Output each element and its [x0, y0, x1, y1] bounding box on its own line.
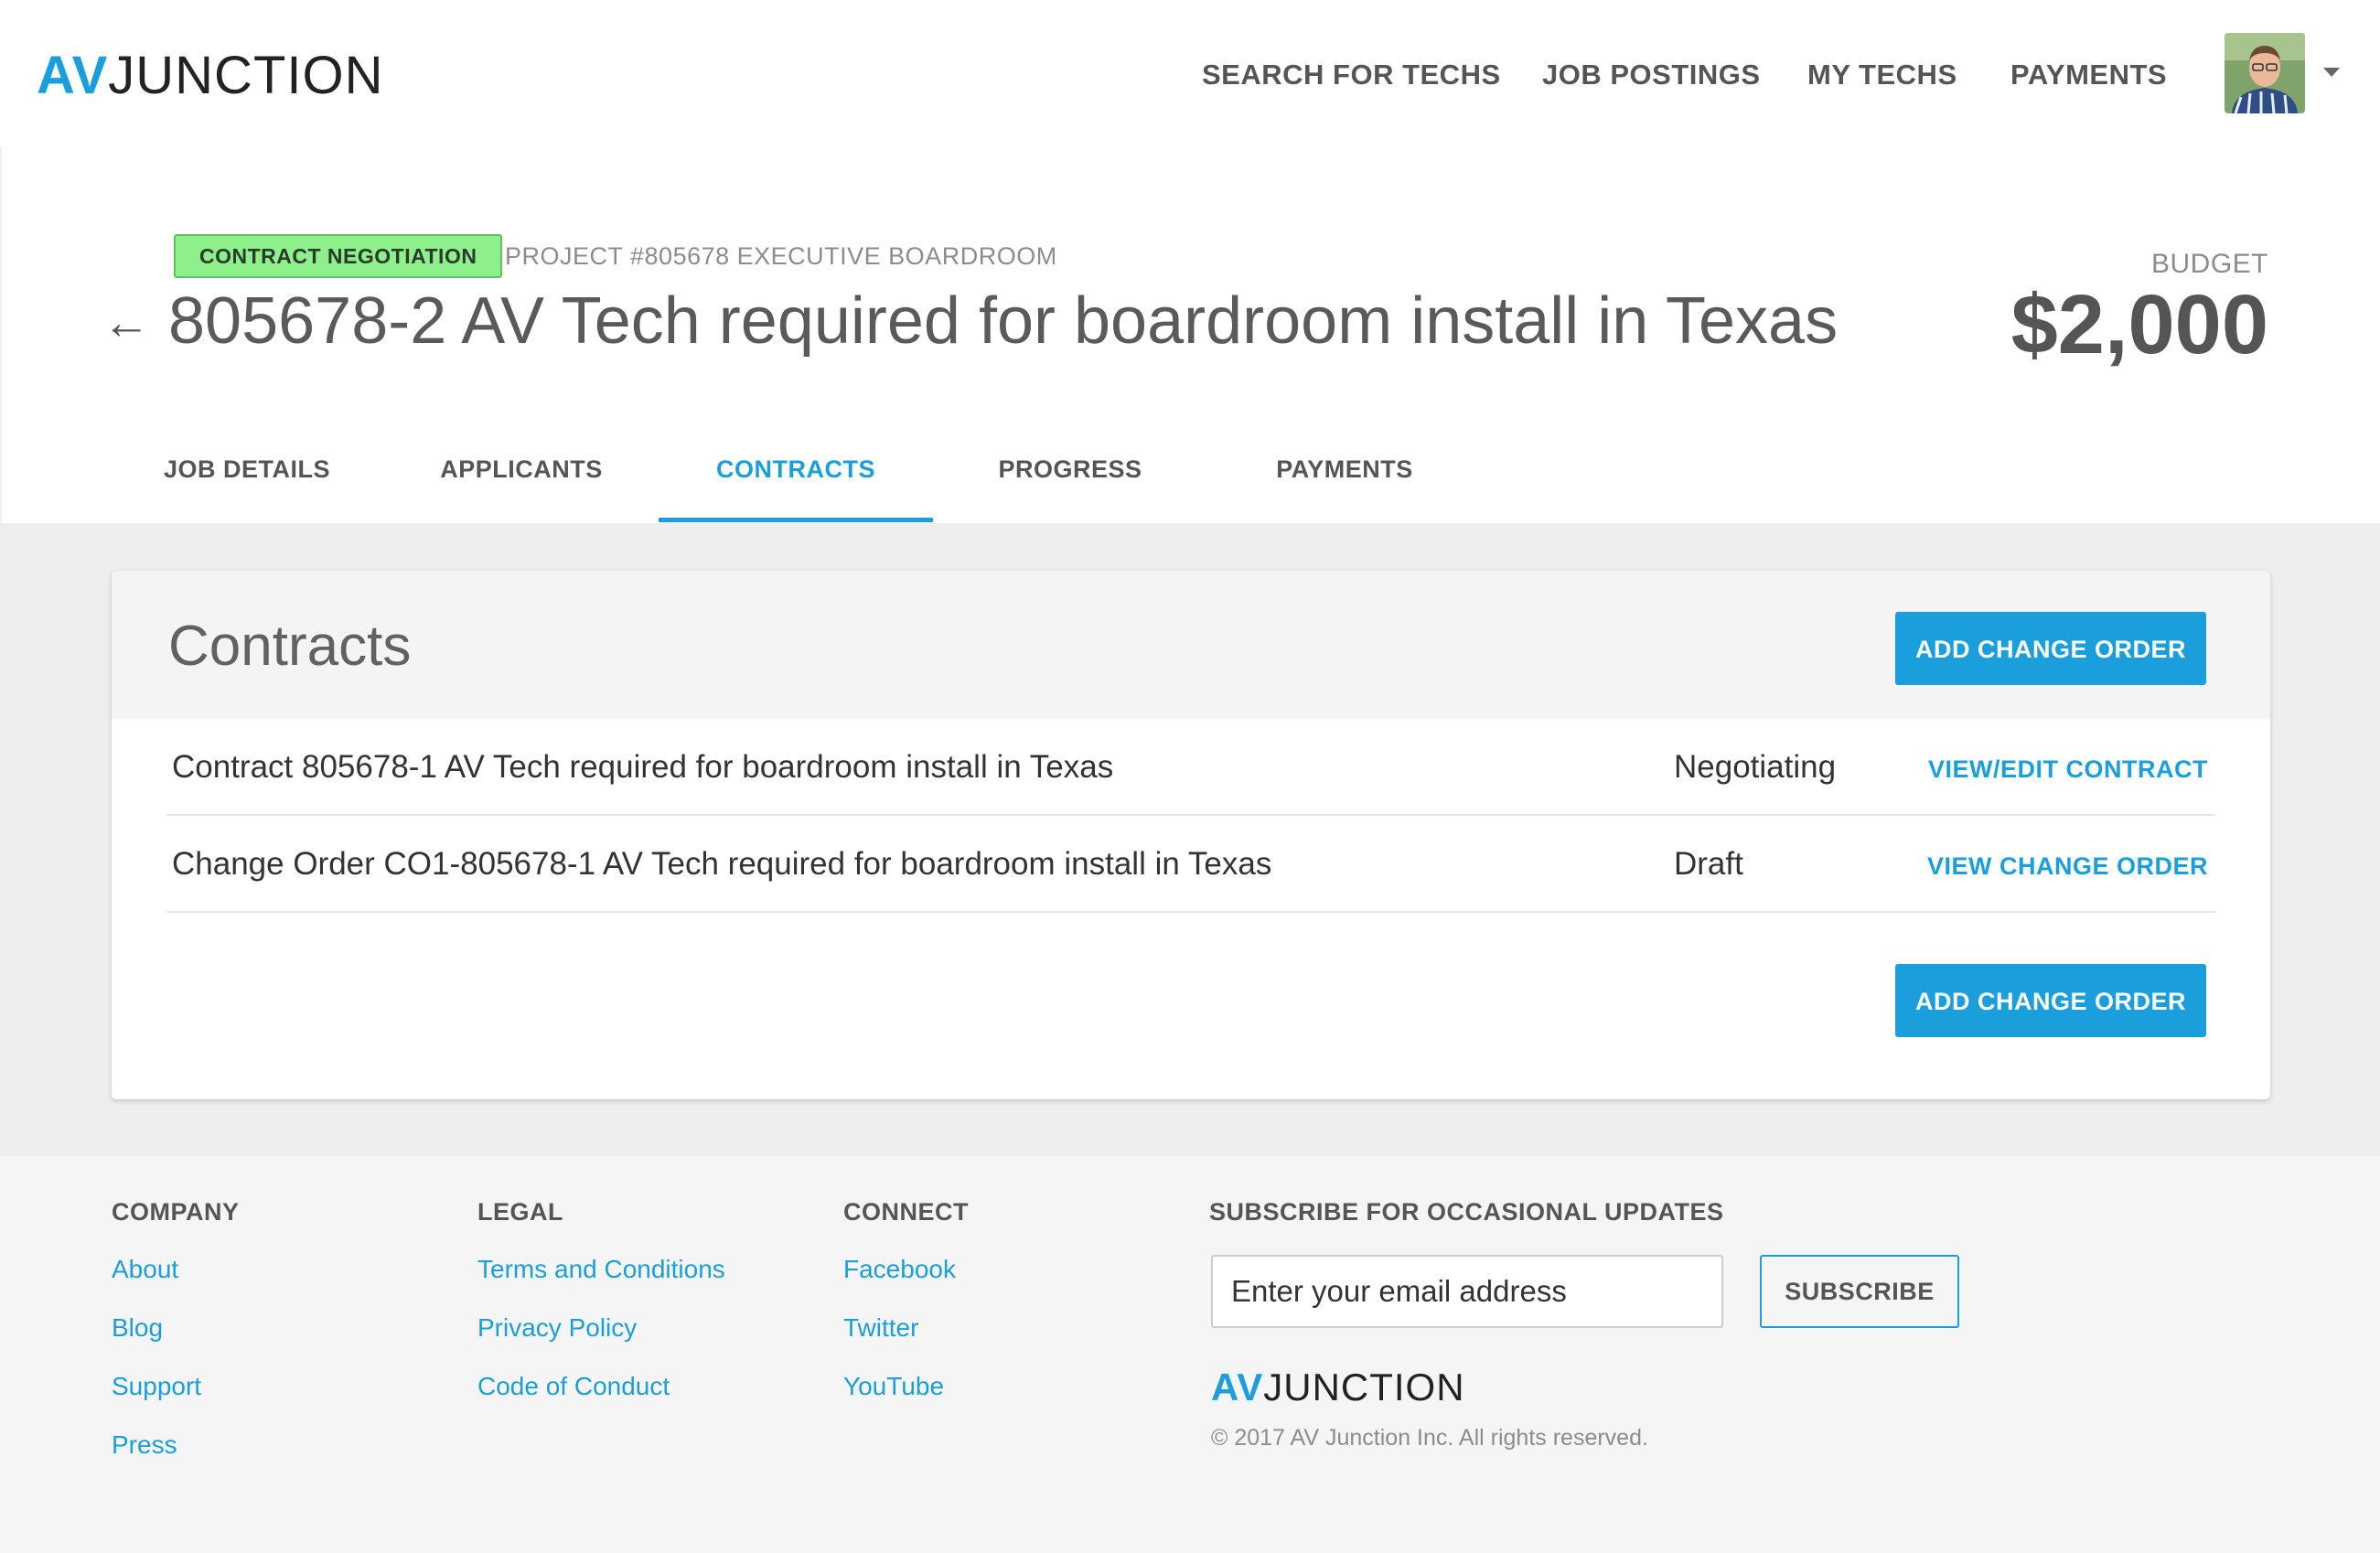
caret-down-icon[interactable]	[2323, 68, 2340, 77]
footer-link-about[interactable]: About	[112, 1253, 178, 1286]
active-tab-indicator	[659, 518, 933, 522]
nav-payments[interactable]: PAYMENTS	[2010, 55, 2167, 95]
footer-link-blog[interactable]: Blog	[112, 1312, 163, 1344]
tab-payments[interactable]: PAYMENTS	[1235, 446, 1454, 492]
footer	[0, 1156, 2380, 1553]
av-junction-logo[interactable]: AVJUNCTION	[37, 44, 383, 108]
contracts-card: Contracts ADD CHANGE ORDER Contract 8056…	[112, 571, 2270, 1099]
footer-logo[interactable]: AVJUNCTION	[1211, 1365, 1465, 1410]
budget-value: $2,000	[2010, 278, 2268, 371]
contract-row: Contract 805678-1 AV Tech required for b…	[166, 719, 2215, 816]
logo-av: AV	[37, 46, 109, 105]
email-field[interactable]	[1211, 1255, 1723, 1328]
tab-job-details[interactable]: JOB DETAILS	[137, 446, 357, 492]
tab-applicants[interactable]: APPLICANTS	[412, 446, 631, 492]
status-badge: CONTRACT NEGOTIATION	[174, 234, 503, 278]
tab-contracts[interactable]: CONTRACTS	[659, 446, 933, 492]
contracts-heading: Contracts	[168, 615, 412, 678]
project-label: PROJECT #805678 EXECUTIVE BOARDROOM	[505, 242, 1057, 270]
page-title: 805678-2 AV Tech required for boardroom …	[168, 284, 1839, 358]
nav-search-for-techs[interactable]: SEARCH FOR TECHS	[1202, 55, 1501, 95]
contract-row-title: Contract 805678-1 AV Tech required for b…	[172, 749, 1114, 785]
footer-link-privacy[interactable]: Privacy Policy	[477, 1312, 637, 1344]
contracts-card-header: Contracts ADD CHANGE ORDER	[112, 571, 2270, 719]
change-order-row: Change Order CO1-805678-1 AV Tech requir…	[166, 816, 2215, 913]
nav-job-postings[interactable]: JOB POSTINGS	[1542, 55, 1761, 95]
logo-junction: JUNCTION	[108, 46, 384, 105]
footer-connect-heading: CONNECT	[843, 1198, 969, 1226]
change-order-row-status: Draft	[1674, 846, 1743, 882]
footer-link-code-of-conduct[interactable]: Code of Conduct	[477, 1370, 670, 1403]
contract-row-status: Negotiating	[1674, 749, 1837, 785]
subscribe-button[interactable]: SUBSCRIBE	[1760, 1255, 1959, 1328]
footer-link-twitter[interactable]: Twitter	[843, 1312, 918, 1344]
view-change-order-link[interactable]: VIEW CHANGE ORDER	[1927, 816, 2208, 916]
change-order-row-title: Change Order CO1-805678-1 AV Tech requir…	[172, 846, 1272, 882]
user-avatar[interactable]	[2225, 33, 2305, 113]
footer-link-press[interactable]: Press	[112, 1429, 177, 1462]
footer-link-youtube[interactable]: YouTube	[843, 1370, 944, 1403]
tab-progress[interactable]: PROGRESS	[960, 446, 1180, 492]
copyright-text: © 2017 AV Junction Inc. All rights reser…	[1211, 1425, 1648, 1451]
add-change-order-button-top[interactable]: ADD CHANGE ORDER	[1895, 612, 2206, 685]
footer-legal-heading: LEGAL	[477, 1198, 563, 1226]
view-edit-contract-link[interactable]: VIEW/EDIT CONTRACT	[1928, 719, 2208, 819]
footer-link-terms[interactable]: Terms and Conditions	[477, 1253, 725, 1286]
back-arrow-icon[interactable]: ←	[102, 291, 150, 355]
footer-link-facebook[interactable]: Facebook	[843, 1253, 956, 1286]
top-navigation-bar: AVJUNCTION SEARCH FOR TECHS JOB POSTINGS…	[0, 0, 2380, 146]
nav-my-techs[interactable]: MY TECHS	[1807, 55, 1957, 95]
footer-link-support[interactable]: Support	[112, 1370, 201, 1403]
footer-subscribe-heading: SUBSCRIBE FOR OCCASIONAL UPDATES	[1209, 1198, 1724, 1226]
footer-logo-av: AV	[1211, 1366, 1264, 1408]
footer-logo-junction: JUNCTION	[1263, 1366, 1465, 1408]
add-change-order-button-bottom[interactable]: ADD CHANGE ORDER	[1895, 964, 2206, 1037]
footer-company-heading: COMPANY	[112, 1198, 240, 1226]
user-avatar-photo-icon	[2225, 33, 2305, 113]
